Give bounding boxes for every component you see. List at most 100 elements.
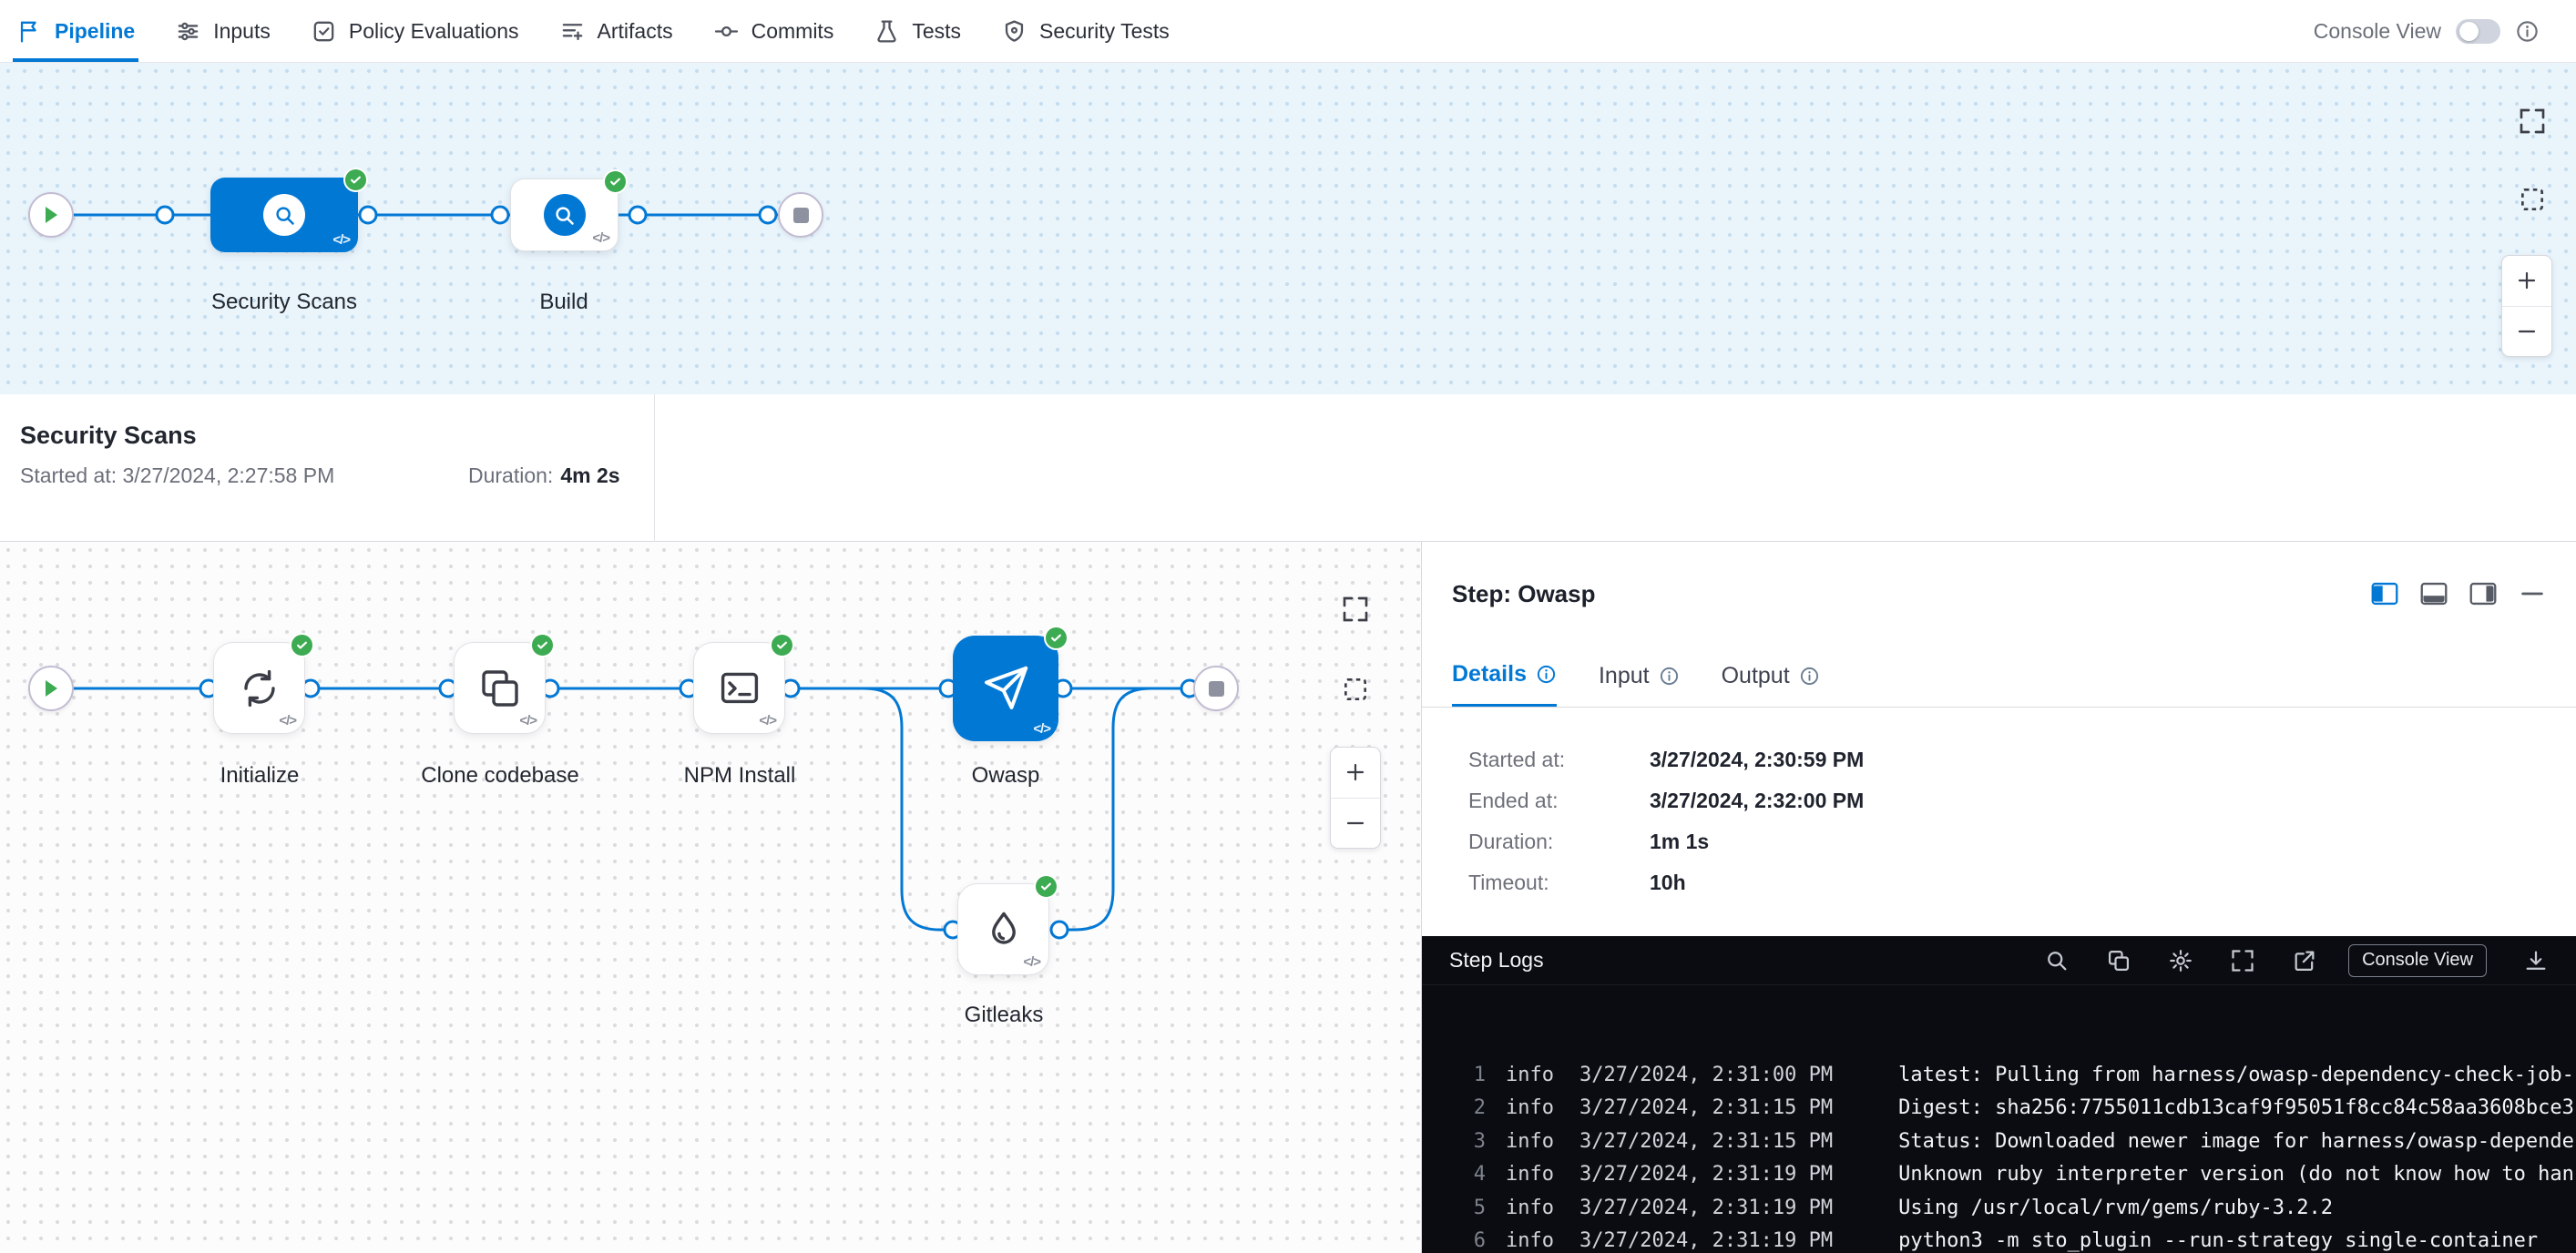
tab-inputs[interactable]: Inputs bbox=[175, 0, 271, 62]
detail-label: Ended at: bbox=[1468, 789, 1650, 813]
layout-split-right-icon[interactable] bbox=[2469, 582, 2497, 606]
step-label-npm-install[interactable]: NPM Install bbox=[684, 763, 796, 789]
tab-details[interactable]: Details bbox=[1452, 644, 1557, 708]
log-message: python3 -m sto_plugin --run-strategy sin… bbox=[1898, 1230, 2538, 1253]
execution-graph-canvas[interactable]: </> </> </> </> bbox=[0, 542, 1422, 1253]
plus-icon bbox=[1344, 761, 1366, 783]
step-logs-body[interactable]: 1 info 3/27/2024, 2:31:00 PM latest: Pul… bbox=[1422, 985, 2576, 1253]
layout-split-left-icon[interactable] bbox=[2371, 582, 2398, 606]
log-line: 4 info 3/27/2024, 2:31:19 PM Unknown rub… bbox=[1422, 1164, 2576, 1197]
zoom-in-button[interactable] bbox=[1331, 748, 1380, 799]
search-icon[interactable] bbox=[2044, 948, 2070, 973]
pipeline-end-node[interactable] bbox=[778, 192, 823, 238]
fullscreen-icon[interactable] bbox=[2230, 948, 2255, 973]
log-message: Using /usr/local/rvm/gems/ruby-3.2.2 bbox=[1898, 1197, 2333, 1230]
stage-duration: Duration:4m 2s bbox=[468, 464, 620, 488]
zoom-in-button[interactable] bbox=[2502, 256, 2551, 307]
tab-label: Output bbox=[1722, 663, 1790, 689]
log-timestamp: 3/27/2024, 2:31:00 PM bbox=[1579, 1065, 1833, 1097]
zoom-out-button[interactable] bbox=[1331, 799, 1380, 849]
detail-label: Duration: bbox=[1468, 830, 1650, 854]
step-node-initialize[interactable]: </> bbox=[213, 642, 305, 734]
pipeline-start-node[interactable] bbox=[28, 192, 74, 238]
step-node-clone-codebase[interactable]: </> bbox=[454, 642, 546, 734]
stage-label-build[interactable]: Build bbox=[539, 290, 588, 315]
log-line-number: 2 bbox=[1422, 1097, 1486, 1130]
step-logs-header: Step Logs Console View bbox=[1422, 936, 2576, 985]
tab-label: Artifacts bbox=[598, 19, 673, 44]
log-message: Digest: sha256:7755011cdb13caf9f95051f8c… bbox=[1898, 1097, 2574, 1130]
step-node-npm-install[interactable]: </> bbox=[693, 642, 785, 734]
log-message: latest: Pulling from harness/owasp-depen… bbox=[1898, 1065, 2574, 1097]
step-label-owasp[interactable]: Owasp bbox=[972, 763, 1040, 789]
step-node-gitleaks[interactable]: </> bbox=[957, 883, 1049, 975]
execution-start-node[interactable] bbox=[28, 666, 74, 711]
info-icon bbox=[1536, 664, 1557, 685]
nav-right: Console View bbox=[2314, 19, 2540, 44]
tab-pipeline[interactable]: Pipeline bbox=[16, 0, 135, 62]
log-line-number: 3 bbox=[1422, 1131, 1486, 1164]
console-view-toggle[interactable] bbox=[2456, 19, 2500, 44]
detail-row: Ended at: 3/27/2024, 2:32:00 PM bbox=[1468, 789, 1864, 830]
minus-icon bbox=[2516, 321, 2538, 342]
security-scan-stage-icon bbox=[263, 194, 305, 236]
nav-tabs: Pipeline Inputs Policy Evaluations Artif… bbox=[16, 0, 1170, 62]
fullscreen-button[interactable] bbox=[2518, 107, 2547, 136]
download-icon[interactable] bbox=[2523, 948, 2549, 973]
stage-summary-title: Security Scans bbox=[20, 422, 197, 450]
info-icon bbox=[1799, 666, 1820, 687]
code-glyph-icon: </> bbox=[1033, 721, 1050, 737]
log-line: 1 info 3/27/2024, 2:31:00 PM latest: Pul… bbox=[1422, 1065, 2576, 1097]
code-glyph-icon: </> bbox=[592, 230, 609, 246]
selection-marquee-button[interactable] bbox=[1341, 675, 1370, 704]
check-icon bbox=[1039, 880, 1053, 893]
step-node-owasp[interactable]: </> bbox=[953, 636, 1058, 741]
artifacts-icon bbox=[559, 18, 586, 45]
success-badge bbox=[530, 633, 555, 657]
fullscreen-button[interactable] bbox=[1341, 595, 1370, 624]
detail-value: 1m 1s bbox=[1650, 830, 1709, 854]
step-label-gitleaks[interactable]: Gitleaks bbox=[965, 1003, 1044, 1028]
stop-icon bbox=[1209, 681, 1224, 697]
stage-node-security-scans[interactable]: </> bbox=[210, 178, 358, 252]
top-navigation: Pipeline Inputs Policy Evaluations Artif… bbox=[0, 0, 2576, 63]
layout-split-bottom-icon[interactable] bbox=[2420, 582, 2448, 606]
summary-divider bbox=[654, 394, 655, 542]
tab-policy-evaluations[interactable]: Policy Evaluations bbox=[311, 0, 519, 62]
open-in-new-icon[interactable] bbox=[2292, 948, 2317, 973]
selection-marquee-button[interactable] bbox=[2518, 185, 2547, 214]
info-icon[interactable] bbox=[2515, 19, 2540, 44]
tab-security-tests[interactable]: Security Tests bbox=[1001, 0, 1170, 62]
console-view-button[interactable]: Console View bbox=[2348, 944, 2487, 977]
step-label-initialize[interactable]: Initialize bbox=[220, 763, 300, 789]
panel-layout-controls bbox=[2371, 582, 2546, 606]
log-level: info bbox=[1506, 1065, 1554, 1097]
copy-icon[interactable] bbox=[2106, 948, 2131, 973]
log-level: info bbox=[1506, 1131, 1554, 1164]
settings-gear-icon[interactable] bbox=[2168, 948, 2193, 973]
zoom-out-button[interactable] bbox=[2502, 307, 2551, 357]
tab-commits[interactable]: Commits bbox=[713, 0, 834, 62]
info-icon bbox=[1659, 666, 1680, 687]
tab-output[interactable]: Output bbox=[1722, 644, 1820, 708]
stage-graph-canvas[interactable]: </> </> Security Scans Build bbox=[0, 63, 2576, 394]
build-stage-icon bbox=[544, 194, 586, 236]
step-details-list: Started at: 3/27/2024, 2:30:59 PM Ended … bbox=[1468, 748, 1864, 912]
tab-artifacts[interactable]: Artifacts bbox=[559, 0, 673, 62]
tab-input[interactable]: Input bbox=[1599, 644, 1680, 708]
log-line-number: 5 bbox=[1422, 1197, 1486, 1230]
tab-tests[interactable]: Tests bbox=[874, 0, 961, 62]
success-badge bbox=[603, 169, 628, 194]
stage-graph-edges bbox=[0, 63, 2576, 394]
plus-icon bbox=[2516, 270, 2538, 291]
minimize-panel-icon[interactable] bbox=[2519, 582, 2546, 606]
detail-value: 10h bbox=[1650, 871, 1686, 895]
stage-node-build[interactable]: </> bbox=[510, 178, 618, 251]
clone-icon bbox=[478, 667, 522, 710]
stage-label-security-scans[interactable]: Security Scans bbox=[211, 290, 357, 315]
detail-value: 3/27/2024, 2:32:00 PM bbox=[1650, 789, 1864, 813]
execution-end-node[interactable] bbox=[1193, 666, 1239, 711]
code-glyph-icon: </> bbox=[332, 232, 350, 248]
step-label-clone-codebase[interactable]: Clone codebase bbox=[421, 763, 578, 789]
tab-label: Commits bbox=[751, 19, 834, 44]
